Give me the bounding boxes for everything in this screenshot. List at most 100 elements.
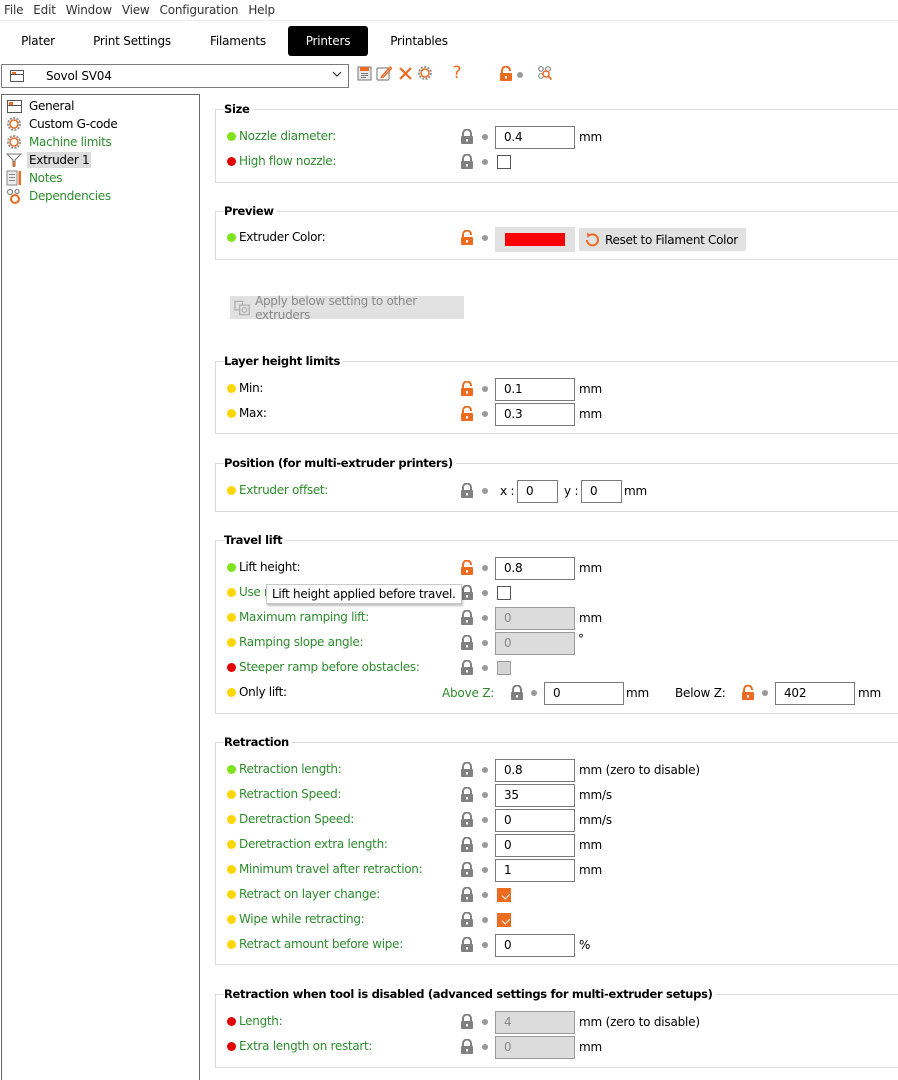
menu-help[interactable]: Help — [243, 3, 280, 17]
menu-configuration[interactable]: Configuration — [155, 3, 244, 17]
extruder-color-picker[interactable] — [495, 227, 575, 252]
bullet-icon[interactable] — [482, 565, 488, 571]
steeper-ramp-checkbox[interactable] — [497, 661, 511, 675]
edit-icon[interactable] — [376, 65, 392, 81]
max-layer-height-input[interactable]: 0.3 — [495, 403, 575, 426]
sidebar-item-general[interactable]: General — [6, 97, 76, 115]
bullet-icon[interactable] — [482, 159, 488, 165]
use-ramping-lift-checkbox[interactable] — [497, 586, 511, 600]
lock-icon[interactable] — [460, 635, 474, 651]
bullet-icon[interactable] — [482, 867, 488, 873]
min-travel-input[interactable]: 1 — [495, 859, 575, 882]
lock-unlocked-icon[interactable] — [460, 560, 474, 576]
bullet-icon[interactable] — [482, 842, 488, 848]
max-ramping-lift-input[interactable]: 0 — [495, 607, 575, 630]
lock-unlocked-icon[interactable] — [460, 381, 474, 397]
bullet-icon[interactable] — [482, 665, 488, 671]
lock-icon[interactable] — [460, 837, 474, 853]
bullet-icon[interactable] — [482, 488, 488, 494]
menu-edit[interactable]: Edit — [28, 3, 60, 17]
above-z-input[interactable]: 0 — [544, 682, 624, 705]
bullet-icon[interactable] — [482, 792, 488, 798]
bullet-icon[interactable] — [482, 767, 488, 773]
lift-height-input[interactable]: 0.8 — [495, 557, 575, 580]
sidebar-item-extruder-1[interactable]: Extruder 1 — [6, 151, 92, 169]
bullet-icon[interactable] — [482, 386, 488, 392]
tab-printables[interactable]: Printables — [368, 26, 470, 56]
bullet-icon[interactable] — [482, 817, 488, 823]
lock-icon[interactable] — [460, 812, 474, 828]
tab-filaments[interactable]: Filaments — [188, 26, 288, 56]
bullet-icon[interactable] — [482, 1044, 488, 1050]
bullet-icon[interactable] — [482, 615, 488, 621]
lock-icon[interactable] — [460, 912, 474, 928]
lock-icon[interactable] — [460, 787, 474, 803]
menu-file[interactable]: File — [0, 3, 28, 17]
extra-length-restart-input[interactable]: 0 — [495, 1036, 575, 1059]
tab-plater[interactable]: Plater — [0, 26, 76, 56]
retract-on-layer-change-checkbox[interactable] — [497, 888, 511, 902]
min-layer-height-input[interactable]: 0.1 — [495, 378, 575, 401]
lock-icon[interactable] — [460, 937, 474, 953]
lock-icon[interactable] — [460, 1014, 474, 1030]
lock-unlocked-icon[interactable] — [741, 685, 755, 701]
lock-unlocked-icon[interactable] — [460, 230, 474, 246]
lock-icon[interactable] — [460, 1039, 474, 1055]
deretraction-extra-length-input[interactable]: 0 — [495, 834, 575, 857]
lock-icon[interactable] — [460, 862, 474, 878]
delete-icon[interactable] — [397, 65, 413, 81]
lock-icon[interactable] — [460, 610, 474, 626]
menu-view[interactable]: View — [117, 3, 155, 17]
bullet-icon[interactable] — [482, 640, 488, 646]
save-icon[interactable] — [356, 65, 372, 81]
lock-icon[interactable] — [460, 660, 474, 676]
setting-label: Extra length on restart: — [239, 1039, 373, 1053]
printer-preset-dropdown[interactable]: Sovol SV04 — [1, 64, 349, 88]
bullet-icon[interactable] — [482, 235, 488, 241]
lock-unlocked-icon[interactable] — [499, 66, 513, 82]
apply-to-other-extruders-button[interactable]: Apply below setting to other extruders — [230, 294, 464, 322]
lock-icon[interactable] — [460, 483, 474, 499]
lock-unlocked-icon[interactable] — [460, 406, 474, 422]
bullet-icon[interactable] — [482, 942, 488, 948]
lock-icon[interactable] — [460, 585, 474, 601]
lock-icon[interactable] — [510, 685, 524, 701]
bullet-icon[interactable] — [482, 134, 488, 140]
wipe-while-retracting-checkbox[interactable] — [497, 913, 511, 927]
bullet-icon[interactable] — [762, 690, 768, 696]
retract-before-wipe-input[interactable]: 0 — [495, 934, 575, 957]
tab-print-settings[interactable]: Print Settings — [76, 26, 188, 56]
sidebar-item-label: Machine limits — [29, 135, 112, 149]
bullet-icon[interactable] — [482, 411, 488, 417]
high-flow-nozzle-checkbox[interactable] — [497, 155, 511, 169]
extruder-offset-y-input[interactable]: 0 — [581, 480, 622, 503]
bullet-icon[interactable] — [482, 1019, 488, 1025]
bullet-icon[interactable] — [482, 590, 488, 596]
lock-icon[interactable] — [460, 154, 474, 170]
compare-icon[interactable] — [417, 65, 433, 81]
retraction-speed-input[interactable]: 35 — [495, 784, 575, 807]
below-z-input[interactable]: 402 — [775, 682, 855, 705]
sidebar-item-custom-gcode[interactable]: Custom G-code — [6, 115, 119, 133]
extruder-offset-x-input[interactable]: 0 — [517, 480, 558, 503]
toolchange-length-input[interactable]: 4 — [495, 1011, 575, 1034]
bullet-icon[interactable] — [482, 917, 488, 923]
settings-page-tree: General Custom G-code Machine limits Ext… — [1, 94, 200, 1080]
sidebar-item-dependencies[interactable]: Dependencies — [6, 187, 113, 205]
tab-printers[interactable]: Printers — [288, 26, 368, 56]
reset-to-filament-color-button[interactable]: Reset to Filament Color — [579, 228, 746, 251]
lock-icon[interactable] — [460, 129, 474, 145]
bullet-icon[interactable] — [482, 892, 488, 898]
sidebar-item-notes[interactable]: Notes — [6, 169, 64, 187]
deretraction-speed-input[interactable]: 0 — [495, 809, 575, 832]
lock-icon[interactable] — [460, 887, 474, 903]
sidebar-item-machine-limits[interactable]: Machine limits — [6, 133, 114, 151]
nozzle-diameter-input[interactable]: 0.4 — [495, 126, 575, 149]
help-icon[interactable]: ? — [450, 63, 464, 83]
lock-icon[interactable] — [460, 762, 474, 778]
bullet-icon[interactable] — [531, 690, 537, 696]
search-icon[interactable] — [537, 65, 553, 81]
ramping-slope-angle-input[interactable]: 0 — [495, 632, 575, 655]
retraction-length-input[interactable]: 0.8 — [495, 759, 575, 782]
menu-window[interactable]: Window — [61, 3, 117, 17]
